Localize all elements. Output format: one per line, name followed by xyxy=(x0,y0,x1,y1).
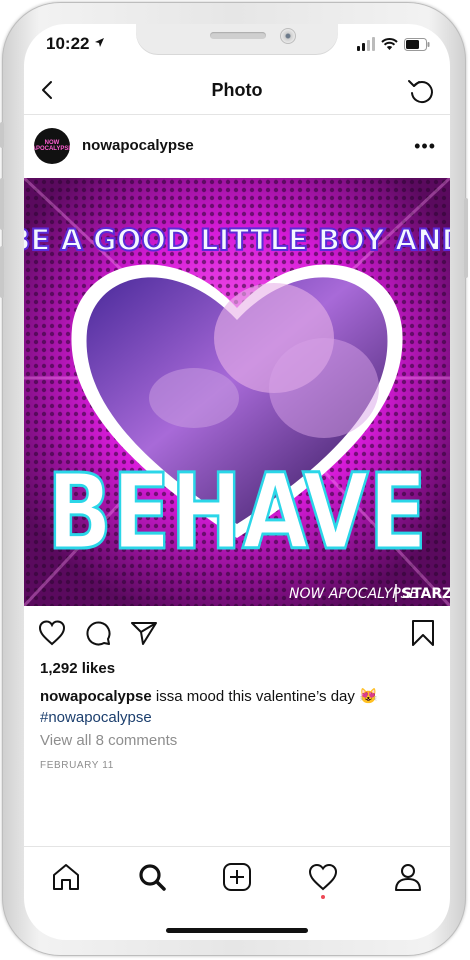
image-headline: BE A GOOD LITTLE BOY AND xyxy=(24,223,450,257)
home-icon[interactable] xyxy=(50,861,82,893)
post-artwork: BE A GOOD LITTLE BOY AND BEHAVE NOW APOC… xyxy=(24,178,450,606)
volume-up-button xyxy=(0,178,4,230)
image-big-word: BEHAVE xyxy=(47,451,427,573)
more-options-icon[interactable]: ••• xyxy=(414,136,436,157)
caption-username[interactable]: nowapocalypse xyxy=(40,688,152,705)
top-nav: Photo xyxy=(24,68,450,115)
mute-switch xyxy=(0,122,4,148)
image-brand: NOW APOCALYPSE xyxy=(289,586,419,602)
image-network: STARZ xyxy=(402,586,450,602)
share-icon[interactable] xyxy=(130,619,158,647)
caption-text: issa mood this valentine’s day 😻 xyxy=(155,688,378,705)
notification-dot xyxy=(321,895,325,899)
front-camera xyxy=(280,28,296,44)
avatar[interactable]: NOW APOCALYPSE xyxy=(34,128,70,164)
page-title: Photo xyxy=(211,80,263,100)
caption-hashtag[interactable]: #nowapocalypse xyxy=(40,709,152,726)
refresh-icon[interactable] xyxy=(406,76,436,106)
speaker xyxy=(210,32,266,39)
notch xyxy=(136,24,338,54)
avatar-logo-text: NOW APOCALYPSE xyxy=(34,140,70,152)
post-date: FEBRUARY 11 xyxy=(40,760,114,771)
post-actions xyxy=(24,616,450,650)
view-comments-link[interactable]: View all 8 comments xyxy=(40,732,177,749)
phone-frame: 10:22 Photo NOW POCALYPS nowapocalypse •… xyxy=(0,2,468,956)
post-image[interactable]: BE A GOOD LITTLE BOY AND BEHAVE NOW APOC… xyxy=(24,178,450,606)
signal-icon xyxy=(357,37,375,51)
profile-icon[interactable] xyxy=(392,861,424,893)
volume-down-button xyxy=(0,246,4,298)
heart-icon[interactable] xyxy=(38,620,66,646)
wifi-icon xyxy=(381,37,398,50)
post-header: NOW APOCALYPSE nowapocalypse ••• xyxy=(24,122,450,176)
battery-icon xyxy=(404,37,430,51)
bottom-tab-bar xyxy=(24,846,450,907)
home-indicator[interactable] xyxy=(166,928,308,933)
search-icon[interactable] xyxy=(136,861,168,893)
add-post-icon[interactable] xyxy=(221,861,253,893)
bookmark-icon[interactable] xyxy=(410,619,436,647)
activity-heart-icon[interactable] xyxy=(307,861,339,893)
post-caption: nowapocalypse issa mood this valentine’s… xyxy=(40,686,436,728)
status-time: 10:22 xyxy=(46,34,105,54)
power-button xyxy=(464,198,468,278)
status-icons xyxy=(357,34,430,54)
comment-icon[interactable] xyxy=(84,619,112,647)
location-arrow-icon xyxy=(95,38,105,47)
post-username[interactable]: nowapocalypse xyxy=(82,137,194,154)
likes-count[interactable]: 1,292 likes xyxy=(40,660,115,677)
screen: 10:22 Photo NOW POCALYPS nowapocalypse •… xyxy=(24,24,450,940)
